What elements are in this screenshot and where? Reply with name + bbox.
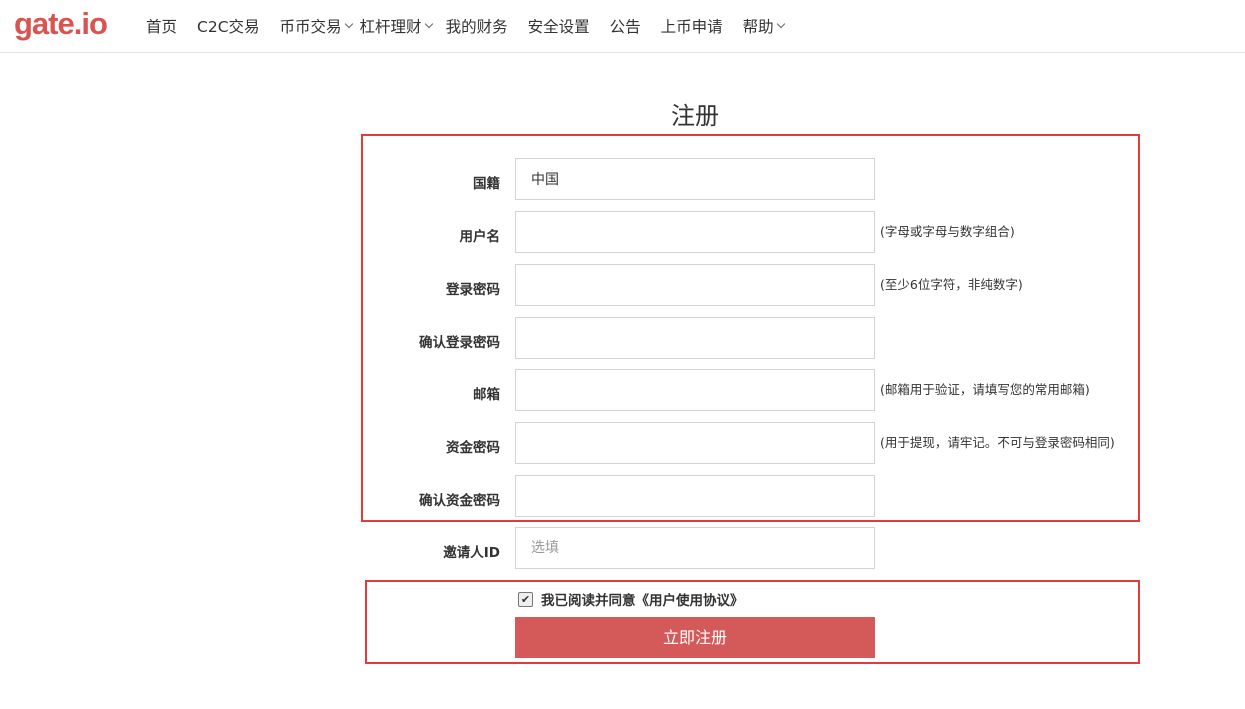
nav-announcements-label: 公告 [609, 18, 641, 36]
field-label: 国籍 [473, 176, 500, 192]
nav-home[interactable]: 首页 [146, 15, 177, 37]
form-row-nationality: 国籍 [360, 158, 1160, 200]
top-header: gate.io 首页 C2C交易 币币交易 杠杆理财 我的财务 安全设置 公告 … [0, 0, 1245, 53]
nav-listing-label: 上币申请 [660, 18, 723, 36]
email-field[interactable] [515, 369, 875, 411]
nav-help-label: 帮助 [742, 18, 774, 36]
form-row-confirm-password: 确认登录密码 [360, 317, 1160, 359]
nav-listing-apply[interactable]: 上币申请 [661, 15, 723, 37]
nav-announcements[interactable]: 公告 [610, 15, 641, 37]
field-hint: (用于提现，请牢记。不可与登录密码相同) [880, 435, 1115, 450]
nav-finance-label: 我的财务 [445, 18, 508, 36]
nationality-field[interactable] [515, 158, 875, 200]
nav-spot-trading[interactable]: 币币交易 [279, 15, 353, 37]
form-row-fund-password: 资金密码 (用于提现，请牢记。不可与登录密码相同) [360, 422, 1160, 464]
page-title: 注册 [671, 102, 719, 130]
chevron-down-icon [776, 19, 785, 29]
form-row-confirm-fund-password: 确认资金密码 [360, 475, 1160, 517]
field-hint: (邮箱用于验证，请填写您的常用邮箱) [880, 382, 1090, 397]
username-field[interactable] [515, 211, 875, 253]
confirm-password-field[interactable] [515, 317, 875, 359]
field-label: 登录密码 [446, 282, 500, 298]
field-hint: (字母或字母与数字组合) [880, 224, 1015, 239]
password-field[interactable] [515, 264, 875, 306]
nav-margin-label: 杠杆理财 [359, 18, 422, 36]
field-label: 用户名 [459, 229, 501, 245]
form-row-username: 用户名 (字母或字母与数字组合) [360, 211, 1160, 253]
gateio-logo[interactable]: gate.io [14, 4, 108, 44]
agreement-text[interactable]: 我已阅读并同意《用户使用协议》 [541, 589, 744, 609]
chevron-down-icon [424, 19, 433, 29]
nav-spot-label: 币币交易 [279, 18, 342, 36]
nav-home-label: 首页 [146, 18, 178, 36]
agreement-row: ✔ 我已阅读并同意《用户使用协议》 [518, 589, 744, 609]
fund-password-field[interactable] [515, 422, 875, 464]
agree-checkbox[interactable]: ✔ [518, 591, 533, 607]
field-label: 资金密码 [446, 440, 500, 456]
field-hint: (至少6位字符，非纯数字) [880, 277, 1023, 292]
nav-finance[interactable]: 我的财务 [446, 15, 508, 37]
field-label: 邀请人ID [443, 545, 500, 561]
form-row-email: 邮箱 (邮箱用于验证，请填写您的常用邮箱) [360, 369, 1160, 411]
nav-help[interactable]: 帮助 [742, 15, 785, 37]
inviter-id-field[interactable] [515, 527, 875, 569]
nav-security[interactable]: 安全设置 [528, 15, 590, 37]
nav-security-label: 安全设置 [527, 18, 590, 36]
field-label: 确认登录密码 [419, 335, 500, 351]
nav-c2c-label: C2C交易 [197, 18, 260, 36]
field-label: 确认资金密码 [419, 493, 500, 509]
field-label: 邮箱 [473, 387, 500, 403]
form-row-inviter-id: 邀请人ID [360, 527, 1160, 569]
chevron-down-icon [344, 19, 353, 29]
nav-c2c[interactable]: C2C交易 [197, 15, 260, 37]
register-button[interactable]: 立即注册 [515, 617, 875, 658]
form-row-password: 登录密码 (至少6位字符，非纯数字) [360, 264, 1160, 306]
confirm-fund-password-field[interactable] [515, 475, 875, 517]
main-nav: 首页 C2C交易 币币交易 杠杆理财 我的财务 安全设置 公告 上币申请 帮助 [146, 0, 792, 52]
nav-margin[interactable]: 杠杆理财 [359, 15, 433, 37]
